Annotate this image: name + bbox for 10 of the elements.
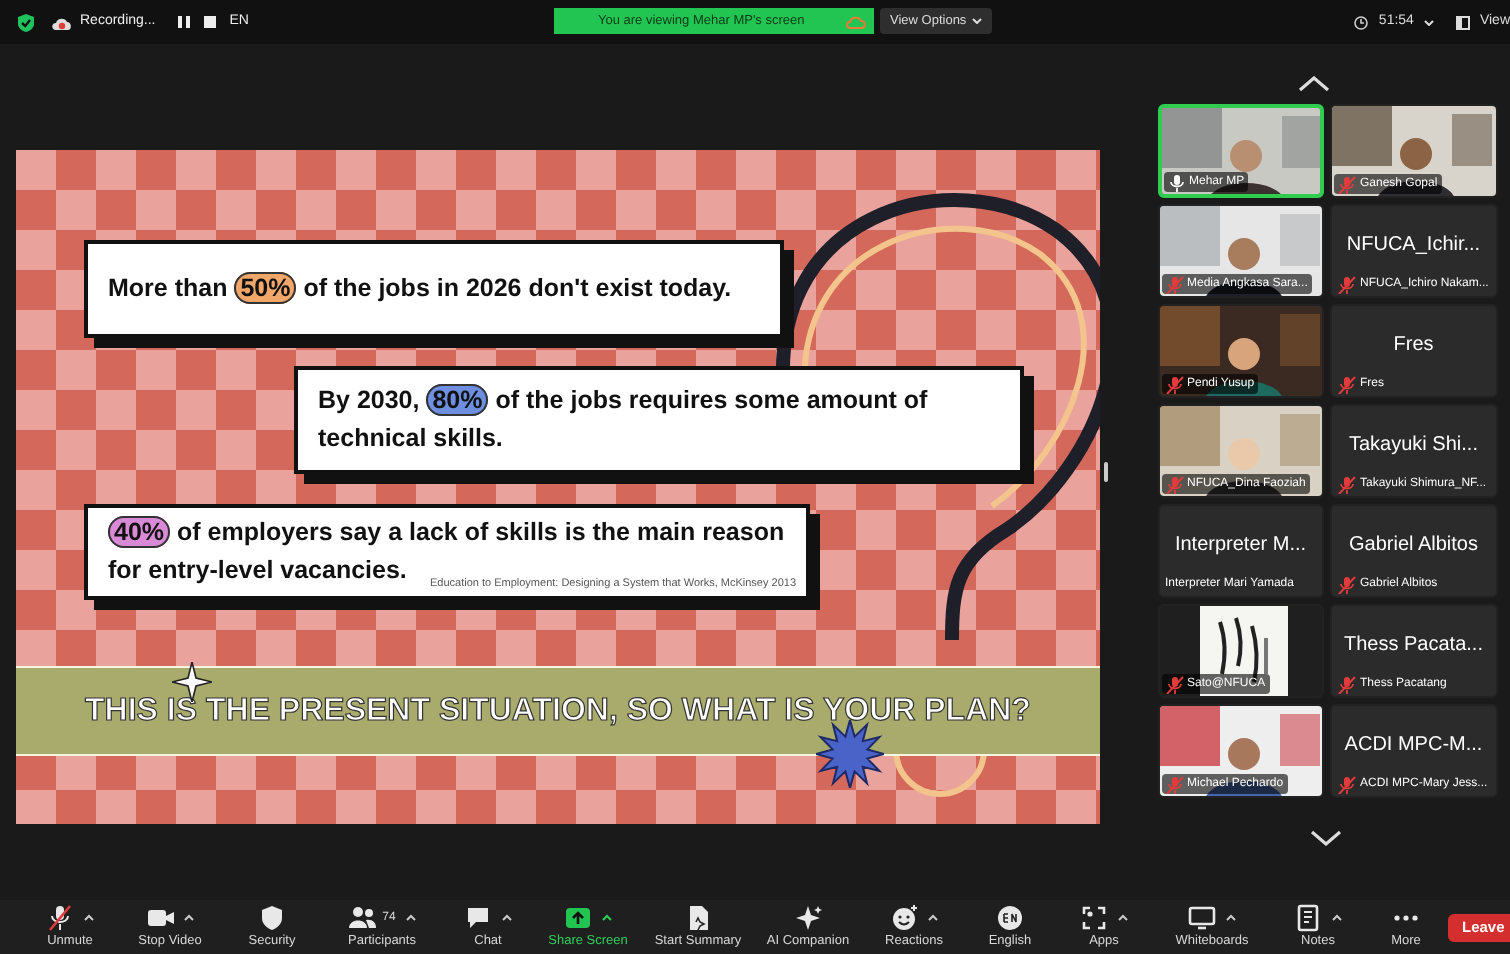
- participant-display-name: ACDI MPC-M...: [1344, 732, 1483, 760]
- participant-display-name: NFUCA_Ichir...: [1346, 232, 1481, 260]
- statement-text: More than 50% of the jobs in 2026 don't exist today.: [108, 270, 734, 308]
- participant-display-name: Takayuki Shi...: [1349, 432, 1478, 460]
- banner-text: THIS IS THE PRESENT SITUATION, SO WHAT IS YOUR PLAN?: [85, 691, 1031, 731]
- statement-text: By 2030, 80% of the jobs requires some amount of technical skills.: [318, 382, 930, 456]
- participant-display-name: Fres: [1393, 332, 1434, 360]
- participant-display-name: Interpreter M...: [1174, 532, 1307, 560]
- participant-display-name: Gabriel Albitos: [1349, 532, 1478, 560]
- participant-display-name: Thess Pacata...: [1344, 632, 1483, 660]
